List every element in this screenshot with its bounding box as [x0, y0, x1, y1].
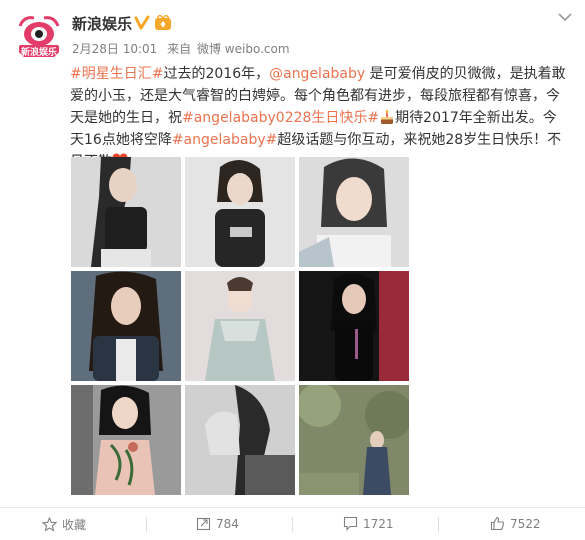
photo-3[interactable] — [299, 157, 409, 267]
photo-6[interactable] — [299, 271, 409, 381]
favorite-button[interactable]: 收藏 — [41, 516, 87, 533]
repost-count: 784 — [216, 517, 239, 531]
favorite-label: 收藏 — [62, 518, 87, 532]
divider — [292, 517, 293, 532]
post-meta: 2月28日 10:01 来自 微博 weibo.com — [72, 40, 296, 57]
chevron-down-icon[interactable] — [558, 12, 572, 22]
cake-icon — [381, 109, 394, 124]
verified-badge-icon — [134, 15, 150, 30]
post-text-segment-1: 过去的2016年， — [163, 66, 270, 82]
divider — [146, 517, 147, 532]
repost-button[interactable]: 784 — [196, 516, 239, 531]
like-button[interactable]: 7522 — [490, 516, 541, 531]
divider — [438, 517, 439, 532]
star-icon — [41, 516, 58, 532]
avatar[interactable]: 新浪娱乐 — [14, 12, 64, 62]
svg-text:♦: ♦ — [159, 21, 167, 31]
comment-icon — [343, 516, 358, 531]
repost-icon — [196, 517, 211, 531]
topic-link-celebrity-birthday[interactable]: #明星生日汇# — [70, 66, 163, 82]
photo-2[interactable] — [185, 157, 295, 267]
comment-button[interactable]: 1721 — [343, 516, 394, 531]
comment-count: 1721 — [363, 517, 394, 531]
vip-badge-icon[interactable]: ♦ — [154, 15, 172, 31]
photo-1[interactable] — [71, 157, 181, 267]
action-bar: 收藏 784 1721 7522 — [0, 507, 585, 540]
photo-8[interactable] — [185, 385, 295, 495]
post-source[interactable]: 微博 weibo.com — [197, 42, 290, 56]
photo-9[interactable] — [299, 385, 409, 495]
thumbs-up-icon — [490, 516, 505, 531]
avatar-logo-text: 新浪娱乐 — [21, 46, 57, 58]
like-count: 7522 — [510, 517, 541, 531]
mention-link[interactable]: @angelababy — [269, 66, 365, 82]
post-timestamp[interactable]: 2月28日 10:01 — [72, 42, 157, 56]
weibo-post-card: 新浪娱乐 新浪娱乐 ♦ 2月28日 10:01 来自 微博 weibo.com … — [0, 0, 585, 540]
photo-5[interactable] — [185, 271, 295, 381]
photo-4[interactable] — [71, 271, 181, 381]
topic-link-angelababy[interactable]: #angelababy# — [172, 132, 278, 148]
photo-7[interactable] — [71, 385, 181, 495]
source-prefix: 来自 — [167, 42, 192, 56]
topic-link-birthday[interactable]: #angelababy0228生日快乐# — [182, 110, 379, 126]
user-nickname[interactable]: 新浪娱乐 — [72, 13, 132, 34]
